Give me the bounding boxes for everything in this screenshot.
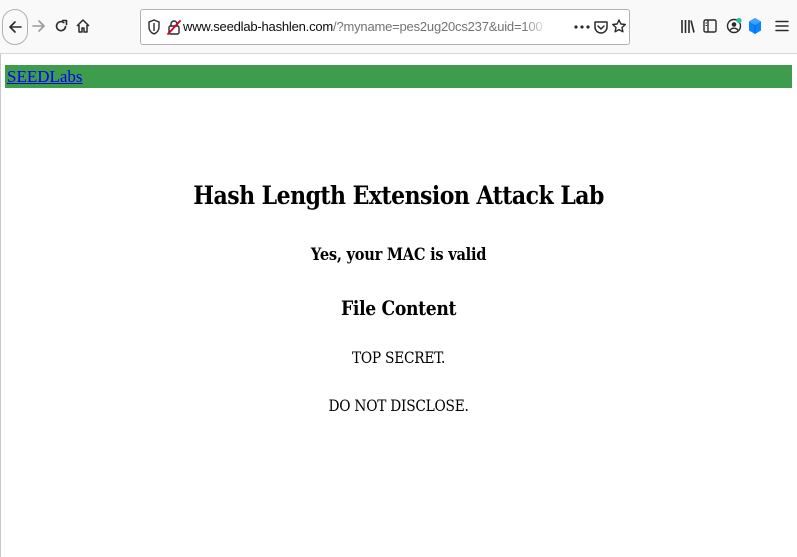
url-text[interactable]: www.seedlab-hashlen.com/?myname=pes2ug20… bbox=[183, 10, 543, 44]
file-content-heading: File Content bbox=[341, 296, 457, 320]
forward-button[interactable] bbox=[30, 14, 48, 38]
insecure-lock-icon[interactable] bbox=[167, 18, 181, 36]
extension-icon[interactable] bbox=[748, 15, 762, 37]
reload-button[interactable] bbox=[52, 14, 70, 38]
forward-icon bbox=[32, 20, 45, 32]
address-bar[interactable]: www.seedlab-hashlen.com/?myname=pes2ug20… bbox=[140, 9, 630, 45]
pocket-icon[interactable] bbox=[593, 18, 609, 36]
url-path: /?myname=pes2ug20cs237&uid=1002&lstcmd=1… bbox=[333, 19, 543, 34]
home-button[interactable] bbox=[73, 13, 93, 39]
library-icon[interactable] bbox=[680, 15, 696, 37]
sidebar-icon[interactable] bbox=[703, 15, 717, 37]
home-icon bbox=[76, 19, 90, 33]
window-edge bbox=[0, 0, 1, 557]
file-line: DO NOT DISCLOSE. bbox=[328, 396, 469, 415]
browser-toolbar: www.seedlab-hashlen.com/?myname=pes2ug20… bbox=[0, 0, 797, 54]
back-icon bbox=[9, 21, 22, 33]
back-button[interactable] bbox=[2, 9, 28, 45]
bookmark-star-icon[interactable] bbox=[611, 17, 627, 37]
file-line: TOP SECRET. bbox=[351, 348, 446, 367]
seedlabs-home-link[interactable]: SEEDLabs bbox=[7, 66, 83, 87]
more-icon[interactable] bbox=[573, 18, 591, 36]
url-fade bbox=[523, 12, 549, 42]
account-icon[interactable] bbox=[726, 15, 742, 37]
shield-icon[interactable] bbox=[147, 18, 161, 36]
mac-status-heading: Yes, your MAC is valid bbox=[310, 245, 487, 265]
reload-icon bbox=[55, 19, 68, 32]
menu-icon[interactable] bbox=[775, 15, 789, 37]
seedlabs-navbar: SEEDLabs bbox=[5, 65, 792, 88]
page-title: Hash Length Extension Attack Lab bbox=[193, 181, 604, 210]
url-domain: www.seedlab-hashlen.com bbox=[183, 19, 334, 34]
